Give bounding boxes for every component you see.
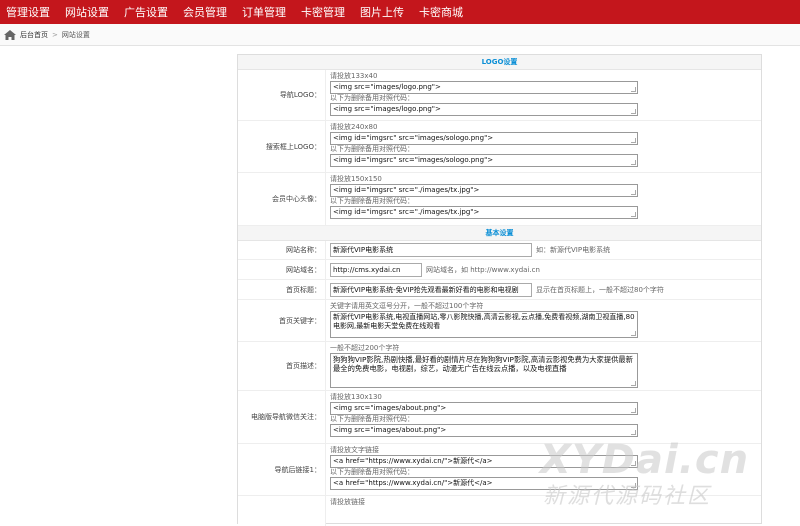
site-domain-note: 网站域名，如 http://www.xydai.cn xyxy=(426,265,540,274)
site-domain-label: 网站域名： xyxy=(238,260,326,279)
home-desc-row: 首页描述： 一般不超过200个字符 狗狗狗VIP影院,热剧快播,最好看的剧情片尽… xyxy=(238,342,761,391)
logo-section-title: LOGO设置 xyxy=(238,55,761,70)
search-logo-label: 搜索框上LOGO： xyxy=(238,121,326,172)
search-logo-backup-hint: 以下为删除备用对照代码： xyxy=(330,145,414,153)
home-keywords-label: 首页关键字： xyxy=(238,300,326,341)
wechat-label: 电脑版导航微信关注： xyxy=(238,391,326,443)
nav-logo-hint: 请投放133x40 xyxy=(330,72,378,80)
member-avatar-row: 会员中心头像： 请投放150x150 <img id="imgsrc" src=… xyxy=(238,173,761,226)
home-keywords-textarea[interactable]: 新源代VIP电影系统,电视直播网站,零八影院快播,高清云影视,云点播,免费看视频… xyxy=(330,311,638,338)
nav-member-management[interactable]: 会员管理 xyxy=(183,4,227,20)
site-domain-row: 网站域名： http://cms.xydai.cn 网站域名，如 http://… xyxy=(238,260,761,280)
breadcrumb: 后台首页 > 网站设置 xyxy=(0,24,800,46)
nav-link2-label xyxy=(238,496,326,526)
home-title-label: 首页标题： xyxy=(238,280,326,299)
nav-order-management[interactable]: 订单管理 xyxy=(242,4,286,20)
home-icon xyxy=(4,29,16,40)
site-domain-input[interactable]: http://cms.xydai.cn xyxy=(330,262,422,277)
search-logo-row: 搜索框上LOGO： 请投放240x80 <img id="imgsrc" src… xyxy=(238,121,761,173)
nav-image-upload[interactable]: 图片上传 xyxy=(360,4,404,20)
nav-card-management[interactable]: 卡密管理 xyxy=(301,4,345,20)
watermark-subtitle: 新源代源码社区 xyxy=(543,484,712,509)
nav-logo-row: 导航LOGO： 请投放133x40 <img src="images/logo.… xyxy=(238,70,761,121)
basic-section-title: 基本设置 xyxy=(238,226,761,241)
member-avatar-backup-textarea[interactable]: <img id="imgsrc" src="./images/tx.jpg"> xyxy=(330,206,638,219)
home-title-note: 显示在首页标题上，一般不超过80个字符 xyxy=(536,285,664,294)
member-avatar-backup-hint: 以下为删除备用对照代码： xyxy=(330,197,414,205)
home-keywords-hint: 关键字请用英文逗号分开，一般不超过100个字符 xyxy=(330,302,484,310)
site-name-label: 网站名称： xyxy=(238,241,326,259)
member-avatar-hint: 请投放150x150 xyxy=(330,175,382,183)
wechat-backup-hint: 以下为删除备用对照代码： xyxy=(330,415,414,423)
watermark-logo-text: XYDai.cn xyxy=(540,437,750,483)
home-title-input[interactable]: 新源代VIP电影系统-免VIP抢先观看最新好看的电影和电视剧 xyxy=(330,282,532,297)
nav-ad-settings[interactable]: 广告设置 xyxy=(124,4,168,20)
nav-link1-label: 导航后链接1： xyxy=(238,444,326,495)
nav-card-shop[interactable]: 卡密商城 xyxy=(419,4,463,20)
member-avatar-label: 会员中心头像： xyxy=(238,173,326,225)
breadcrumb-separator: > xyxy=(52,30,58,39)
home-title-row: 首页标题： 新源代VIP电影系统-免VIP抢先观看最新好看的电影和电视剧 显示在… xyxy=(238,280,761,300)
breadcrumb-home-link[interactable]: 后台首页 xyxy=(20,30,48,40)
wechat-hint: 请投放130x130 xyxy=(330,393,382,401)
nav-site-settings[interactable]: 网站设置 xyxy=(65,4,109,20)
site-name-input[interactable]: 新源代VIP电影系统 xyxy=(330,243,532,257)
member-avatar-code-textarea[interactable]: <img id="imgsrc" src="./images/tx.jpg"> xyxy=(330,184,638,197)
breadcrumb-current: 网站设置 xyxy=(61,30,90,39)
search-logo-hint: 请投放240x80 xyxy=(330,123,378,131)
site-name-note: 如：新源代VIP电影系统 xyxy=(536,246,611,254)
home-keywords-row: 首页关键字： 关键字请用英文逗号分开，一般不超过100个字符 新源代VIP电影系… xyxy=(238,300,761,342)
home-desc-textarea[interactable]: 狗狗狗VIP影院,热剧快播,最好看的剧情片尽在狗狗狗VIP影院,高清云影视免费为… xyxy=(330,353,638,388)
home-desc-label: 首页描述： xyxy=(238,342,326,390)
search-logo-code-textarea[interactable]: <img id="imgsrc" src="images/sologo.png"… xyxy=(330,132,638,145)
nav-logo-code-textarea[interactable]: <img src="images/logo.png"> xyxy=(330,81,638,94)
wechat-code-textarea[interactable]: <img src="images/about.png"> xyxy=(330,402,638,415)
home-desc-hint: 一般不超过200个字符 xyxy=(330,344,400,352)
wechat-backup-textarea[interactable]: <img src="images/about.png"> xyxy=(330,424,638,437)
nav-logo-backup-hint: 以下为删除备用对照代码： xyxy=(330,94,414,102)
nav-logo-label: 导航LOGO： xyxy=(238,70,326,120)
top-navigation: 管理设置 网站设置 广告设置 会员管理 订单管理 卡密管理 图片上传 卡密商城 xyxy=(0,0,800,24)
search-logo-backup-textarea[interactable]: <img id="imgsrc" src="images/sologo.png"… xyxy=(330,154,638,167)
nav-logo-backup-textarea[interactable]: <img src="images/logo.png"> xyxy=(330,103,638,116)
nav-admin-settings[interactable]: 管理设置 xyxy=(6,4,50,20)
site-name-row: 网站名称： 新源代VIP电影系统 如：新源代VIP电影系统 xyxy=(238,241,761,260)
